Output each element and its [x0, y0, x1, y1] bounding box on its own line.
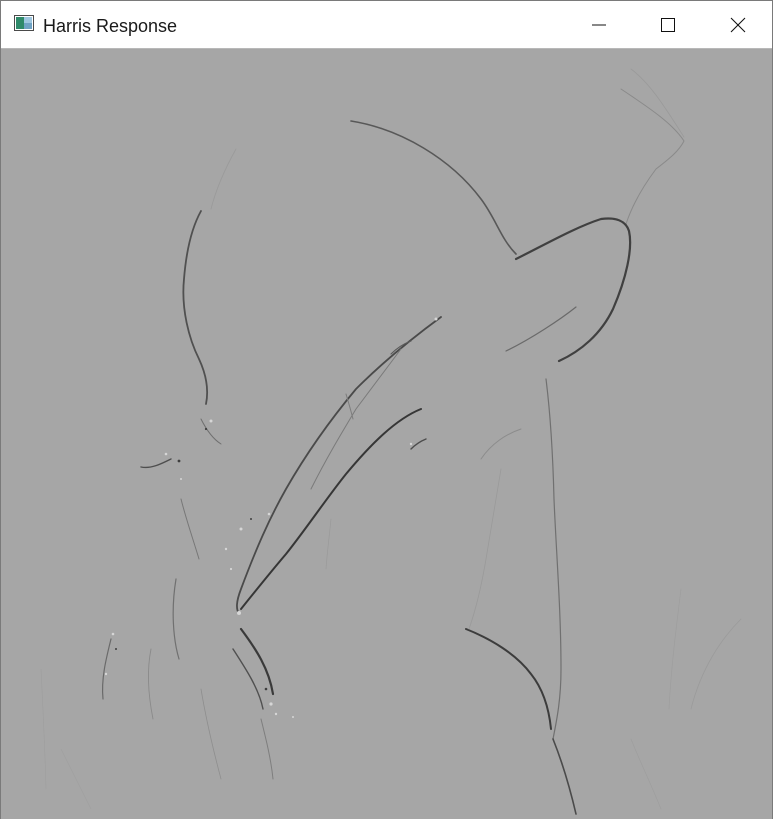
window-title: Harris Response: [43, 16, 178, 36]
harris-response-window: Harris Response: [0, 0, 773, 819]
app-icon: [14, 15, 34, 31]
title-bar[interactable]: Harris Response: [1, 1, 772, 49]
edge-response-drawing: [1, 49, 772, 819]
maximize-icon: [661, 17, 675, 32]
close-button[interactable]: [703, 1, 773, 48]
maximize-button[interactable]: [633, 1, 703, 48]
minimize-button[interactable]: [564, 1, 634, 48]
close-icon: [730, 17, 746, 32]
harris-response-image: [1, 49, 772, 819]
minimize-icon: [592, 24, 606, 25]
